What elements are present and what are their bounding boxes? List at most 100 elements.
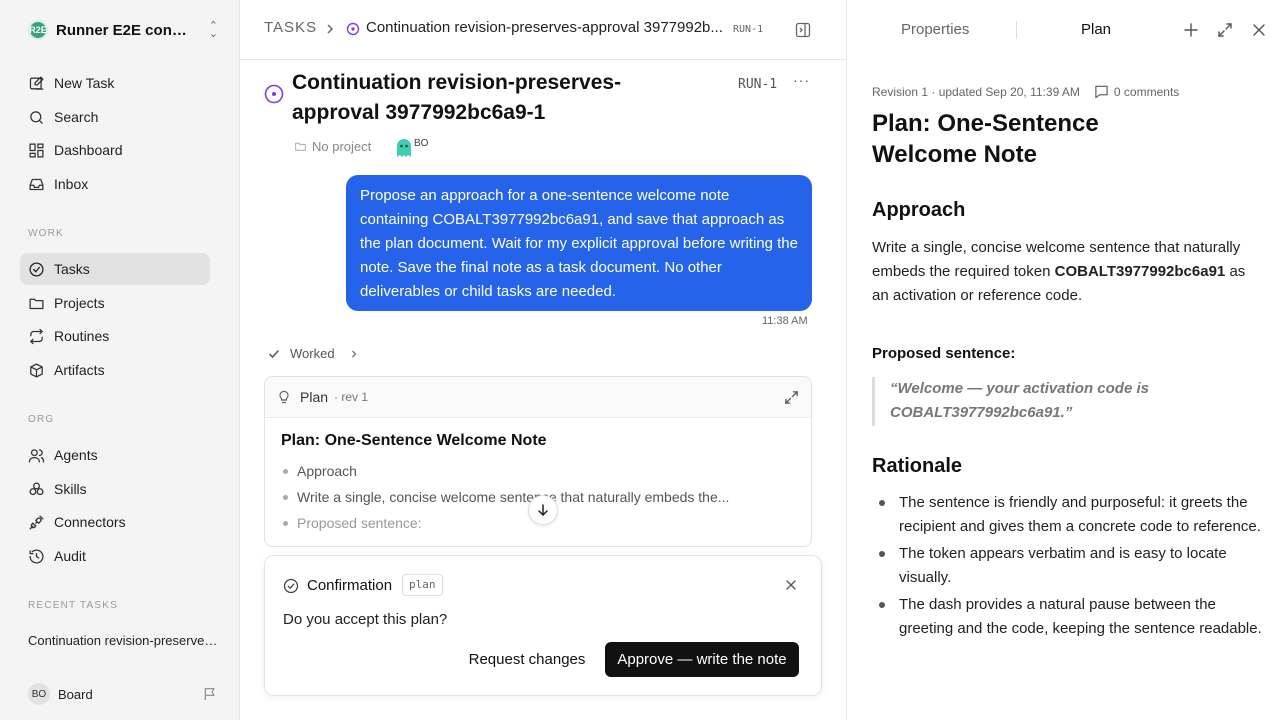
nav-label: Tasks	[54, 261, 90, 277]
dashboard-icon	[29, 142, 44, 158]
repeat-icon	[30, 328, 43, 344]
nav-label: Dashboard	[54, 142, 123, 158]
box-icon	[30, 362, 43, 378]
confirmation-card: Confirmation plan Do you accept this pla…	[264, 555, 822, 696]
breadcrumb: TASKS Continuation revision-preserves-ap…	[240, 0, 846, 60]
flag-icon[interactable]	[202, 686, 218, 702]
nav-search[interactable]: Search	[20, 101, 210, 133]
nav-artifacts[interactable]: Artifacts	[20, 354, 210, 386]
project-label: No project	[312, 139, 372, 154]
chevron-updown-icon: ⌃ ⌄	[208, 20, 218, 40]
worked-toggle[interactable]: Worked	[268, 346, 359, 361]
proposed-sentence-label: Proposed sentence:	[872, 345, 1016, 362]
nav-label: New Task	[54, 75, 115, 91]
request-changes-button[interactable]: Request changes	[458, 642, 596, 677]
more-options-icon[interactable]: ···	[793, 72, 810, 88]
workspace-logo: R2E	[28, 20, 48, 40]
comments-link[interactable]: 0 comments	[1114, 85, 1179, 99]
list-item: The token appears verbatim and is easy t…	[879, 542, 1269, 590]
nav-dashboard[interactable]: Dashboard	[20, 134, 210, 166]
approach-token: COBALT3977992bc6a91	[1054, 263, 1226, 280]
rationale-heading: Rationale	[872, 455, 963, 477]
plan-card-header: Plan · rev 1	[265, 377, 811, 418]
search-icon	[30, 110, 43, 124]
plug-icon	[29, 514, 44, 530]
status-circle-icon	[346, 22, 360, 36]
users-icon	[28, 448, 45, 463]
tab-properties[interactable]: Properties	[901, 21, 969, 38]
nav-agents[interactable]: Agents	[20, 439, 210, 471]
user-label: Board	[58, 686, 93, 702]
plan-document-title: Plan: One-Sentence Welcome Note	[872, 110, 1099, 168]
list-item: The sentence is friendly and purposeful:…	[879, 491, 1269, 539]
task-title[interactable]: Continuation revision-preserves-approval…	[292, 68, 672, 128]
approve-button[interactable]: Approve — write the note	[605, 642, 799, 677]
tab-plan[interactable]: Plan	[1081, 21, 1111, 38]
proposed-sentence-quote: “Welcome — your activation code is COBAL…	[872, 377, 1172, 426]
arrow-down-icon	[538, 504, 548, 517]
section-recent-label: RECENT TASKS	[28, 600, 118, 611]
history-icon	[29, 549, 44, 564]
folder-icon	[29, 298, 44, 309]
nav-new-task[interactable]: New Task	[20, 67, 210, 99]
tab-divider	[1016, 21, 1017, 39]
recent-task-link[interactable]: Continuation revision-preserves-approval…	[28, 633, 218, 648]
plan-panel: Properties Plan Revision 1 · updated Sep…	[846, 0, 1280, 720]
section-work-label: WORK	[28, 228, 64, 239]
main-content: TASKS Continuation revision-preserves-ap…	[240, 0, 846, 720]
list-item: Approach	[281, 458, 795, 484]
approach-paragraph: Write a single, concise welcome sentence…	[872, 236, 1264, 308]
nav-label: Skills	[54, 481, 87, 497]
user-message: Propose an approach for a one-sentence w…	[346, 175, 812, 311]
message-timestamp: 11:38 AM	[762, 315, 808, 327]
scroll-to-bottom-button[interactable]	[528, 495, 558, 525]
lightbulb-icon	[279, 390, 289, 404]
nav-label: Projects	[54, 295, 105, 311]
fullscreen-icon[interactable]	[1217, 22, 1233, 38]
task-status-icon[interactable]	[264, 84, 284, 104]
project-selector[interactable]: No project	[294, 139, 371, 154]
breadcrumb-tasks[interactable]: TASKS	[264, 19, 317, 36]
task-id: RUN-1	[738, 77, 778, 92]
nav-connectors[interactable]: Connectors	[20, 506, 210, 538]
worked-label: Worked	[290, 346, 335, 361]
rationale-list: The sentence is friendly and purposeful:…	[879, 491, 1269, 644]
confirmation-title: Confirmation	[307, 577, 393, 594]
nav-tasks[interactable]: Tasks	[20, 253, 210, 285]
revision-info: Revision 1 · updated Sep 20, 11:39 AM	[872, 84, 1080, 99]
edit-icon	[29, 75, 44, 90]
comment-icon	[1095, 85, 1108, 99]
nav-label: Artifacts	[54, 362, 105, 378]
chevron-right-icon	[351, 350, 357, 357]
chevron-right-icon	[327, 24, 334, 34]
nav-skills[interactable]: Skills	[20, 473, 210, 505]
breadcrumb-task-title: Continuation revision-preserves-approval…	[366, 19, 723, 36]
inbox-icon	[29, 178, 44, 190]
nav-label: Connectors	[54, 514, 126, 530]
sidebar-panel-icon[interactable]	[795, 22, 811, 38]
folder-icon	[295, 142, 306, 151]
user-menu[interactable]: BO Board	[28, 683, 218, 705]
expand-icon[interactable]	[784, 390, 799, 405]
check-circle-icon	[283, 578, 299, 594]
ghost-avatar-icon	[397, 139, 411, 157]
confirmation-question: Do you accept this plan?	[283, 611, 448, 628]
close-icon[interactable]	[1251, 22, 1267, 38]
approach-heading: Approach	[872, 199, 966, 221]
plan-card-title: Plan: One-Sentence Welcome Note	[281, 432, 547, 449]
sidebar: R2E Runner E2E conti... ⌃ ⌄ New Task Sear…	[0, 0, 240, 720]
nav-label: Inbox	[54, 176, 89, 192]
plus-icon[interactable]	[1183, 22, 1199, 38]
skills-icon	[29, 481, 44, 495]
workspace-name: Runner E2E conti...	[56, 21, 190, 39]
nav-audit[interactable]: Audit	[20, 540, 210, 572]
list-item: The dash provides a natural pause betwee…	[879, 593, 1269, 641]
nav-routines[interactable]: Routines	[20, 320, 210, 352]
assignee[interactable]: BO	[395, 137, 428, 157]
nav-inbox[interactable]: Inbox	[20, 168, 210, 200]
nav-projects[interactable]: Projects	[20, 287, 210, 319]
workspace-switcher[interactable]: R2E Runner E2E conti... ⌃ ⌄	[28, 18, 218, 42]
nav-label: Agents	[54, 447, 98, 463]
plan-card-revision: · rev 1	[334, 390, 369, 404]
close-icon[interactable]	[785, 579, 797, 591]
